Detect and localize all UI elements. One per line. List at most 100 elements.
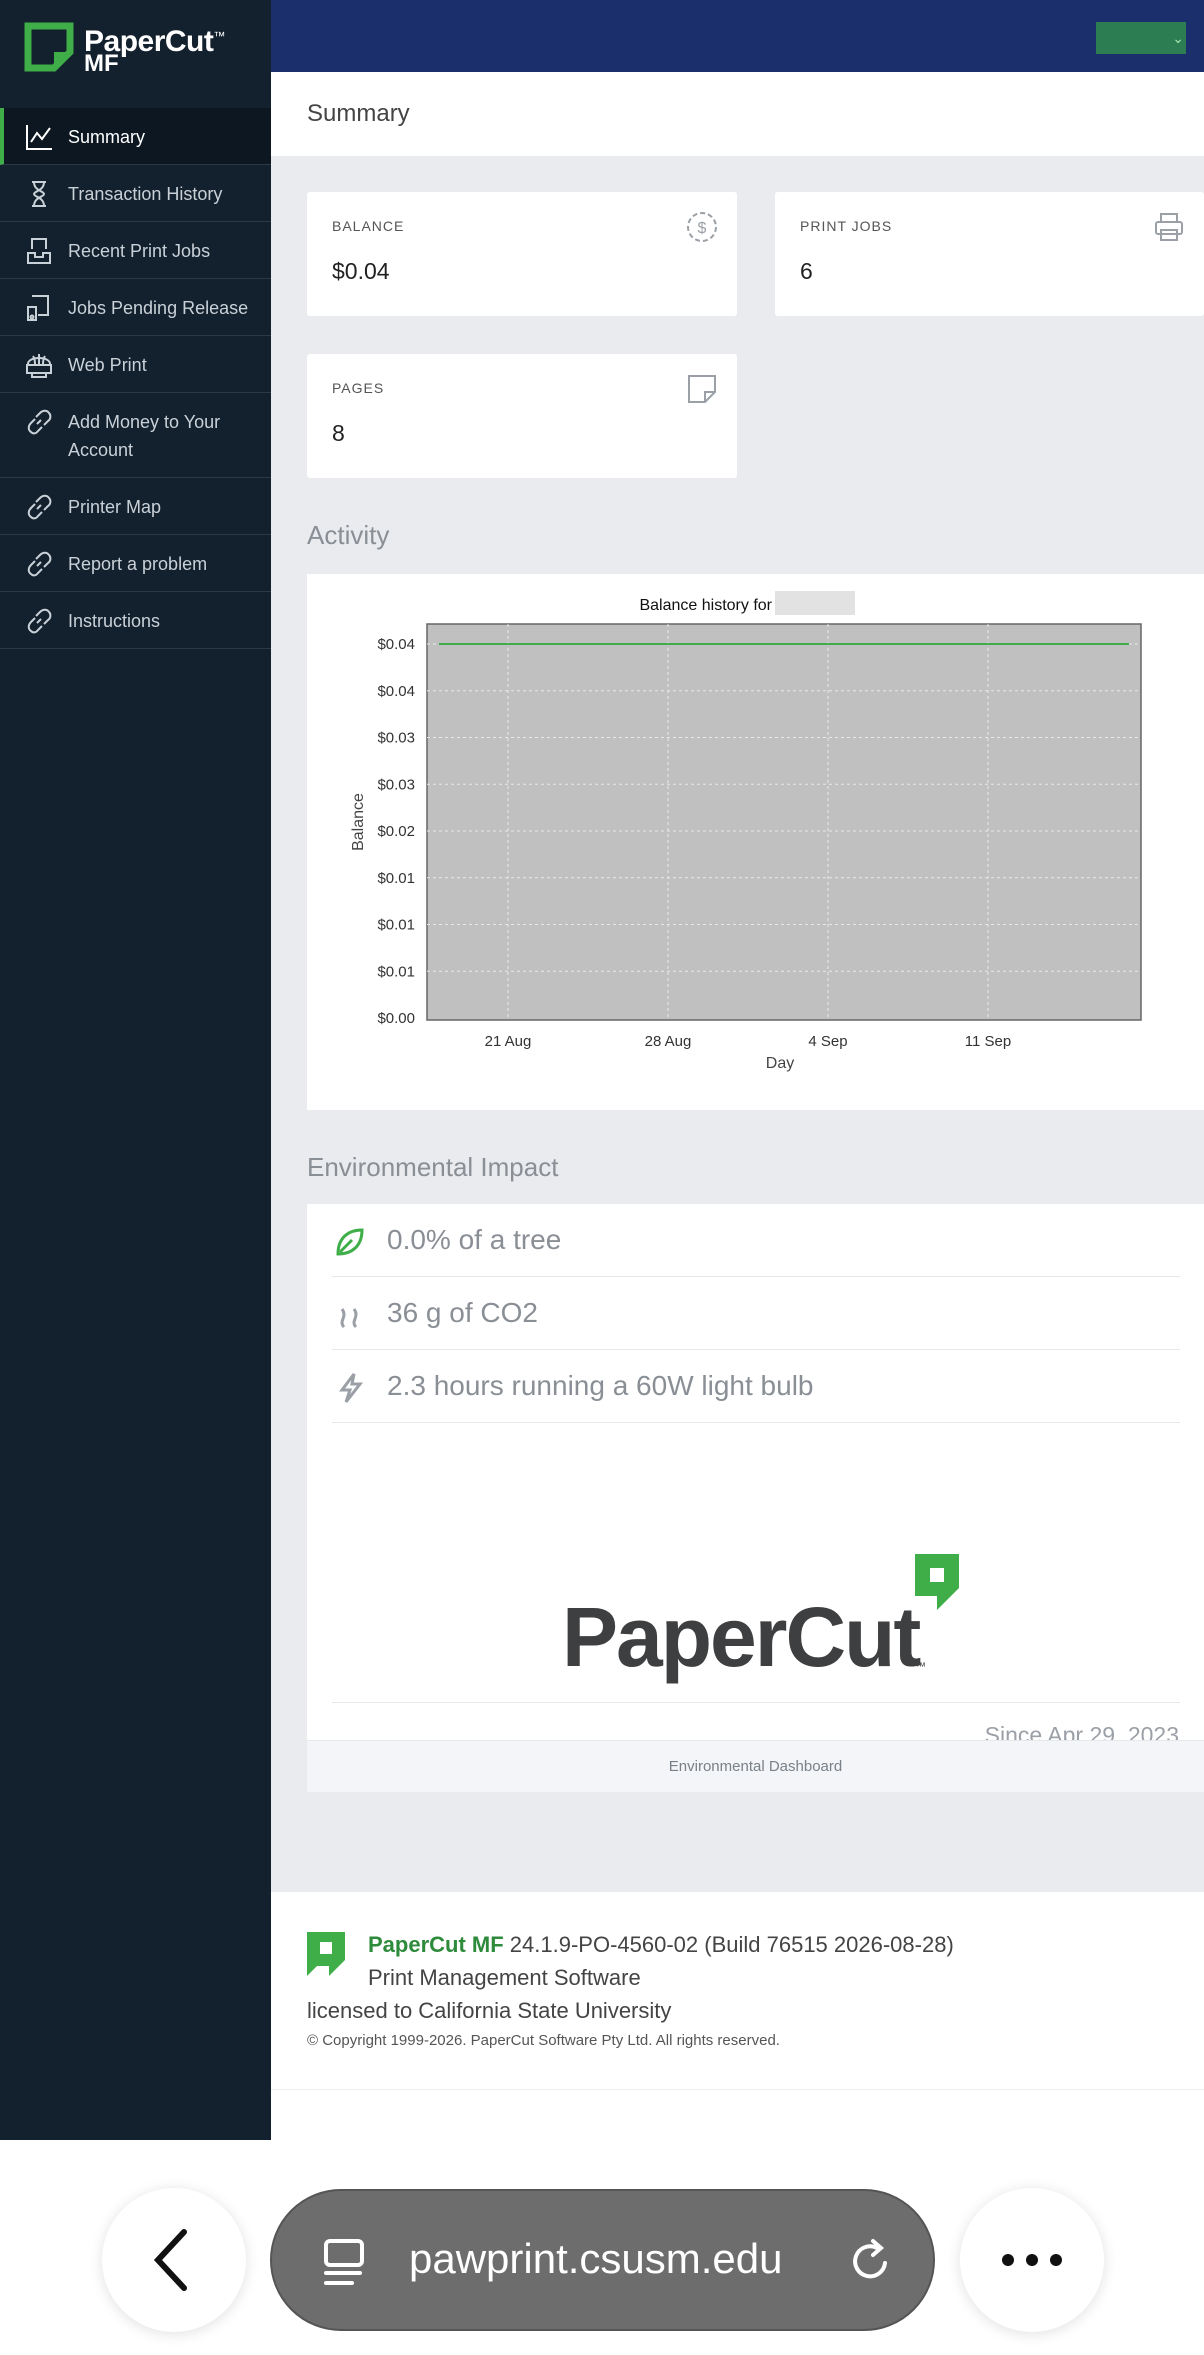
balance-chart: Balance history for $0.00 $0.01 $0.01 $0.01… (350, 591, 1142, 1072)
more-options-button[interactable] (960, 2188, 1104, 2332)
sidebar-item-label: Jobs Pending Release (68, 298, 249, 318)
version-info: PaperCut MF 24.1.9-PO-4560-02 (Build 765… (368, 1932, 954, 1957)
main-content: Summary BALANCE $0.04 $ PRINT JOBS 6 PAG… (271, 72, 1204, 1892)
activity-chart-card: Balance history for $0.00 $0.01 $0.01 $0.01… (307, 574, 1204, 1110)
print-jobs-value: 6 (800, 258, 813, 284)
plot-area (426, 623, 1142, 1021)
y-tick-label: $0.01 (377, 917, 415, 934)
chevron-down-icon: ⌄ (1172, 30, 1184, 46)
user-menu-button[interactable]: ⌄ (1096, 22, 1186, 54)
sidebar-item-transaction-history[interactable]: Transaction History (0, 165, 271, 222)
svg-text:PaperCut: PaperCut (562, 1590, 920, 1684)
env-row-lightbulb: 2.3 hours running a 60W light bulb (332, 1350, 1180, 1423)
print-jobs-card: PRINT JOBS 6 (775, 192, 1204, 316)
sidebar-nav: Summary Transaction History Recent Print… (0, 108, 271, 649)
page-title: Summary (307, 100, 410, 127)
url-text: pawprint.csusm.edu (409, 2235, 783, 2282)
sidebar-item-label: Recent Print Jobs (68, 241, 211, 261)
lightning-icon (332, 1370, 368, 1406)
address-bar[interactable]: pawprint.csusm.edu (270, 2189, 935, 2331)
chart-title: Balance history for (639, 597, 772, 614)
sidebar-item-report-problem[interactable]: Report a problem (0, 535, 271, 592)
printer-icon (1152, 210, 1186, 244)
activity-title: Activity (307, 520, 390, 550)
globe-printer-icon (24, 350, 54, 380)
x-tick-label: 11 Sep (965, 1033, 1011, 1050)
x-tick-label: 28 Aug (645, 1033, 692, 1050)
sidebar-item-add-money[interactable]: Add Money to Your Account (0, 393, 271, 478)
hourglass-icon (24, 179, 54, 209)
y-tick-label: $0.00 (377, 1010, 415, 1027)
reload-icon[interactable] (845, 2235, 897, 2289)
page-header: Summary (271, 72, 1204, 156)
sidebar-item-label: Add Money to Your Account (68, 412, 221, 460)
brand-sub: MF (84, 50, 119, 77)
dollar-circle-icon: $ (685, 210, 719, 244)
back-button[interactable] (102, 2188, 246, 2332)
papercut-mark-icon (24, 22, 74, 72)
x-axis-label: Day (766, 1055, 794, 1072)
environmental-impact-title: Environmental Impact (307, 1152, 559, 1182)
svg-text:$: $ (698, 220, 707, 237)
print-jobs-label: PRINT JOBS (800, 218, 893, 234)
balance-card: BALANCE $0.04 $ (307, 192, 737, 316)
top-bar: ⌄ (271, 0, 1204, 72)
x-axis-ticks: 21 Aug 28 Aug 4 Sep 11 Sep (485, 1033, 1012, 1050)
y-tick-label: $0.03 (377, 730, 415, 747)
link-icon (24, 606, 54, 636)
chevron-left-icon (153, 2229, 187, 2291)
sidebar-item-jobs-pending-release[interactable]: Jobs Pending Release (0, 279, 271, 336)
balance-value: $0.04 (332, 258, 390, 284)
sidebar-item-printer-map[interactable]: Printer Map (0, 478, 271, 535)
env-row-tree: 0.0% of a tree (332, 1204, 1180, 1277)
x-tick-label: 21 Aug (485, 1033, 532, 1050)
y-tick-label: $0.01 (377, 870, 415, 887)
env-co2-text: 36 g of CO2 (387, 1297, 538, 1328)
y-tick-label: $0.03 (377, 776, 415, 793)
divider (332, 1702, 1180, 1703)
sidebar-item-instructions[interactable]: Instructions (0, 592, 271, 649)
leaf-icon (332, 1224, 368, 1260)
y-tick-label: $0.02 (377, 823, 415, 840)
papercut-wordmark-logo: PaperCut ™ (562, 1554, 972, 1684)
y-tick-label: $0.04 (377, 636, 415, 653)
sidebar-item-label: Web Print (68, 355, 147, 375)
pages-card: PAGES 8 (307, 354, 737, 478)
sidebar-item-web-print[interactable]: Web Print (0, 336, 271, 393)
env-lightbulb-text: 2.3 hours running a 60W light bulb (387, 1370, 814, 1401)
sidebar-item-label: Summary (68, 127, 146, 147)
page-icon (685, 372, 719, 406)
balance-label: BALANCE (332, 218, 405, 234)
sidebar: PaperCut™ MF Summary Transaction History… (0, 0, 271, 2140)
sidebar-item-summary[interactable]: Summary (0, 108, 271, 165)
ellipsis-icon (1002, 2254, 1062, 2266)
y-axis-ticks: $0.00 $0.01 $0.01 $0.01 $0.02 $0.03 $0.03 $0.04… (377, 636, 415, 1027)
papercut-mark-icon (307, 1932, 345, 1976)
pages-label: PAGES (332, 380, 385, 396)
link-icon (24, 407, 54, 437)
printer-release-icon (24, 293, 54, 323)
sidebar-item-label: Instructions (68, 611, 161, 631)
sidebar-item-label: Report a problem (68, 554, 208, 574)
papercut-logo[interactable]: PaperCut™ MF (24, 20, 244, 77)
env-row-co2: 36 g of CO2 (332, 1277, 1180, 1350)
page-footer: PaperCut MF 24.1.9-PO-4560-02 (Build 765… (271, 1892, 1204, 2090)
environmental-dashboard-link[interactable]: Environmental Dashboard (307, 1740, 1204, 1792)
environmental-impact-card: 0.0% of a tree 36 g of CO2 2.3 hours run… (307, 1204, 1204, 1792)
tab-overview-icon (324, 2239, 364, 2285)
smoke-icon (332, 1297, 368, 1333)
license-info: licensed to California State University (307, 1998, 672, 2023)
line-chart-icon (24, 122, 54, 152)
svg-text:™: ™ (915, 1661, 926, 1673)
inbox-tray-icon (24, 236, 54, 266)
sidebar-item-label: Transaction History (68, 184, 223, 204)
copyright: © Copyright 1999-2026. PaperCut Software… (307, 2032, 780, 2049)
browser-toolbar: pawprint.csusm.edu (0, 2140, 1204, 2355)
pages-value: 8 (332, 420, 345, 446)
x-tick-label: 4 Sep (808, 1033, 847, 1050)
redacted-name (775, 591, 855, 615)
y-tick-label: $0.04 (377, 683, 415, 700)
sidebar-item-recent-print-jobs[interactable]: Recent Print Jobs (0, 222, 271, 279)
sidebar-item-label: Printer Map (68, 497, 162, 517)
product-name: Print Management Software (368, 1965, 641, 1990)
